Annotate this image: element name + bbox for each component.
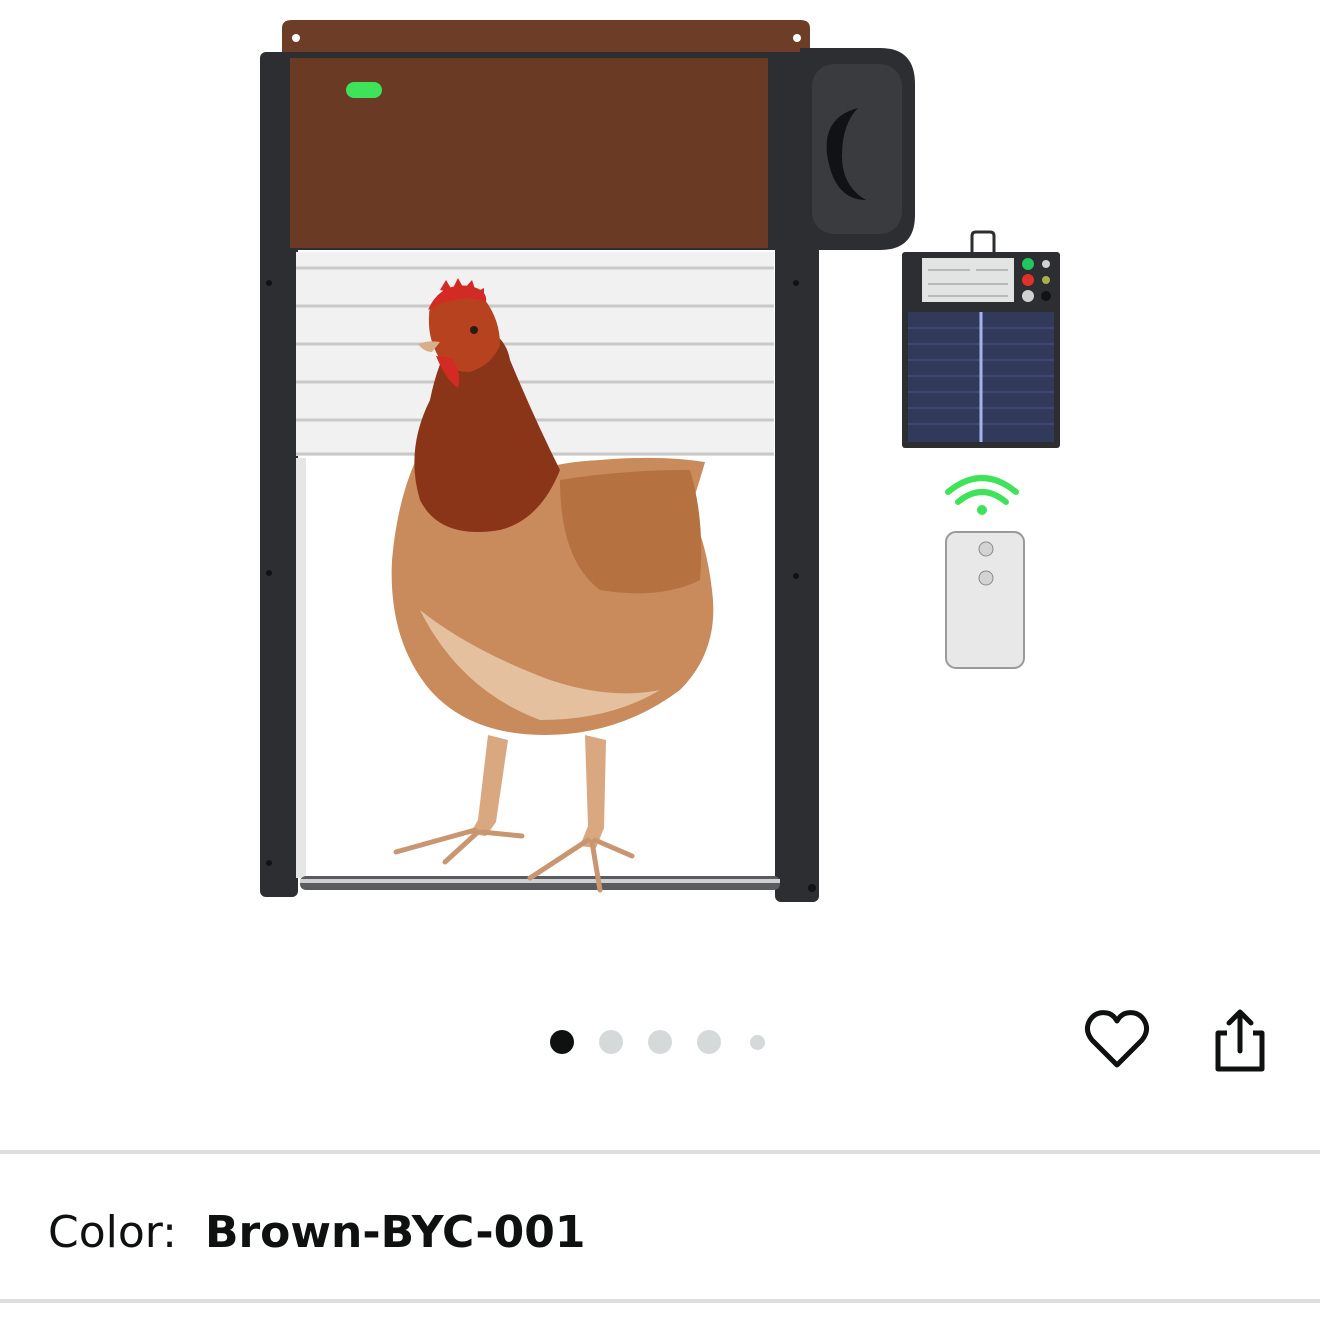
heart-icon bbox=[1084, 1010, 1150, 1068]
color-variant-row[interactable]: Color: Brown-BYC-001 bbox=[48, 1205, 585, 1261]
carousel-dot-4[interactable] bbox=[697, 1030, 721, 1054]
favorite-button[interactable] bbox=[1082, 1005, 1152, 1075]
share-button[interactable] bbox=[1205, 1005, 1275, 1075]
carousel-dot-3[interactable] bbox=[648, 1030, 672, 1054]
color-value: Brown-BYC-001 bbox=[204, 1207, 586, 1258]
section-divider-top bbox=[0, 1150, 1320, 1154]
color-label: Color: bbox=[48, 1207, 177, 1258]
image-carousel-indicator[interactable] bbox=[540, 1022, 780, 1062]
product-image[interactable] bbox=[0, 0, 1320, 960]
share-icon bbox=[1215, 1009, 1265, 1072]
carousel-dot-5[interactable] bbox=[750, 1035, 765, 1050]
carousel-dot-1[interactable] bbox=[550, 1030, 574, 1054]
chicken-door-illustration bbox=[260, 20, 1060, 902]
section-divider-bottom bbox=[0, 1299, 1320, 1303]
carousel-dot-2[interactable] bbox=[599, 1030, 623, 1054]
